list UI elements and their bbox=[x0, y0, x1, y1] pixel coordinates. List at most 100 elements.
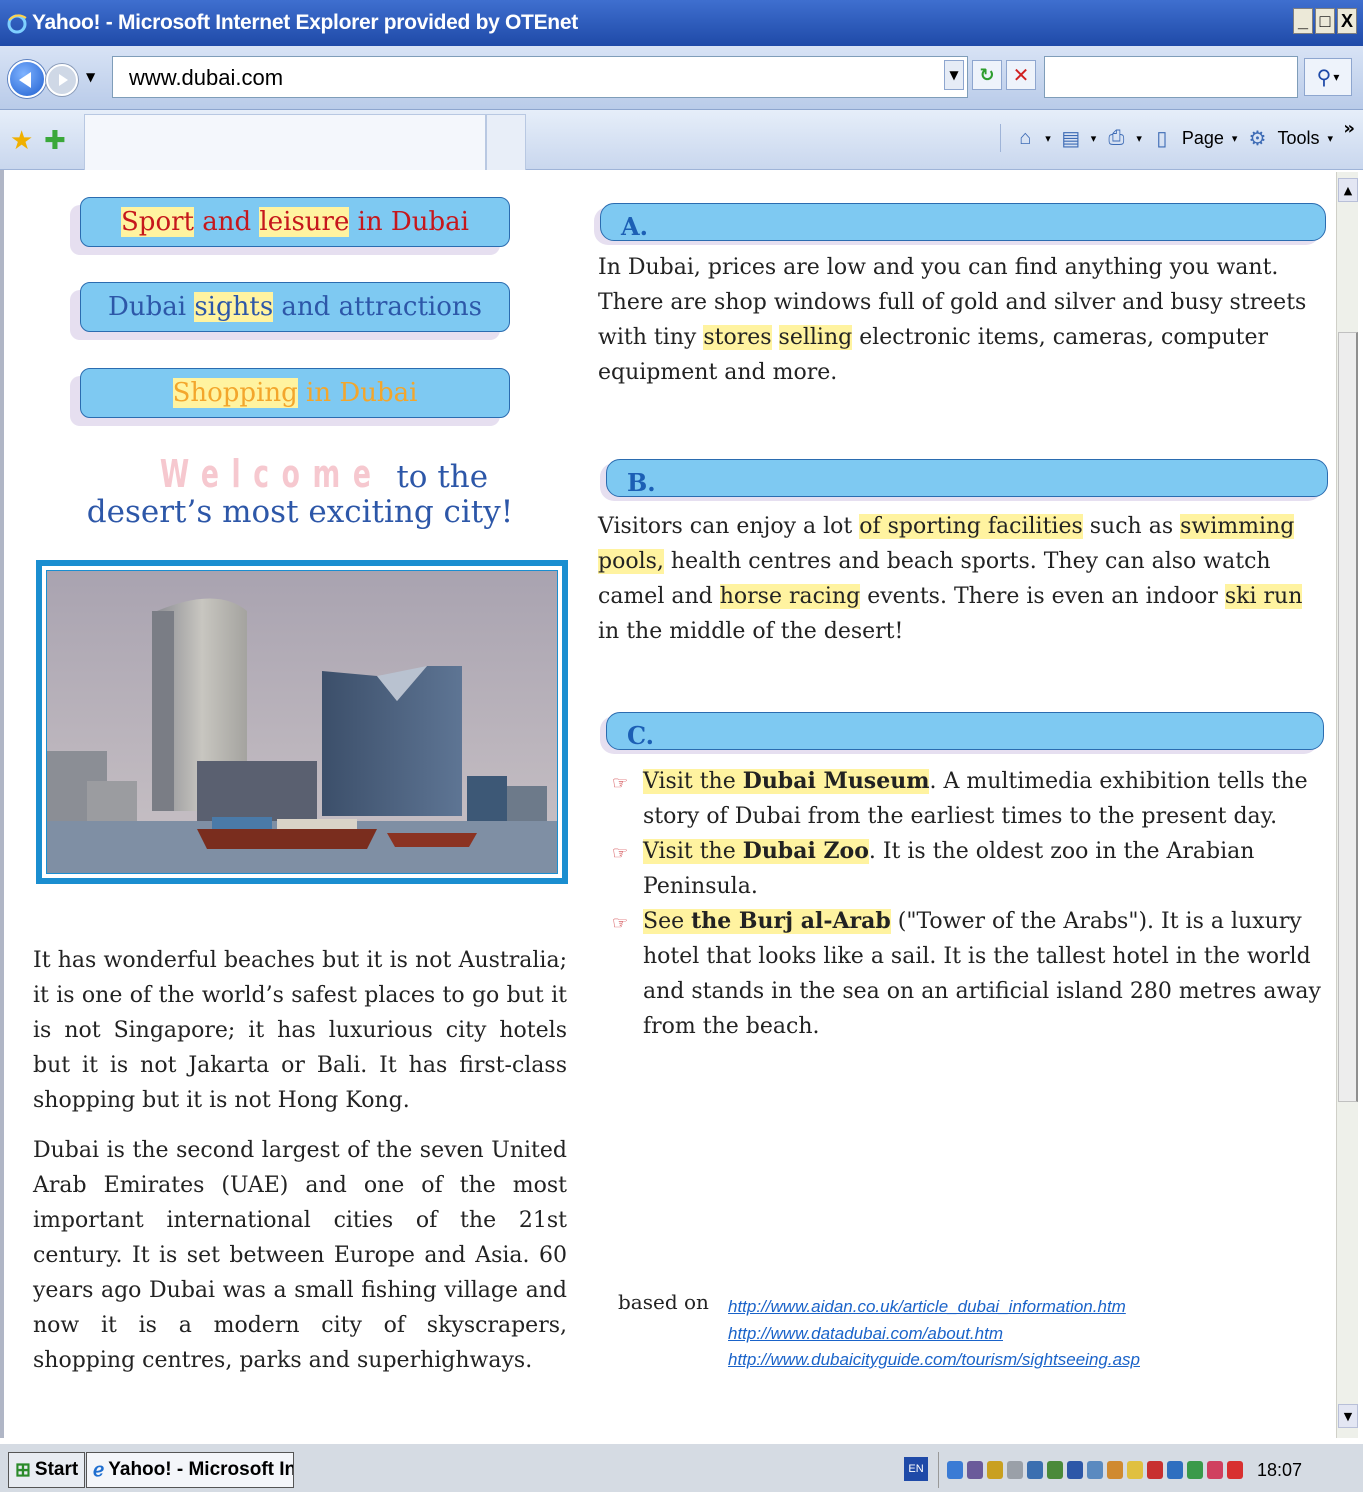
highlighted-text: ski run bbox=[1224, 584, 1303, 609]
item-lead: See bbox=[643, 909, 692, 934]
address-field[interactable]: www.dubai.com bbox=[112, 56, 968, 98]
text-run: Visitors can enjoy a lot bbox=[598, 514, 860, 539]
tray-icon[interactable] bbox=[1107, 1461, 1123, 1479]
language-indicator[interactable]: EN bbox=[904, 1457, 928, 1481]
nav-pill-shopping[interactable]: Shopping in Dubai bbox=[80, 368, 510, 418]
vertical-scrollbar[interactable]: ▲ ▼ bbox=[1336, 172, 1358, 1438]
tray-icon[interactable] bbox=[1187, 1461, 1203, 1479]
page-dropdown-icon[interactable]: ▾ bbox=[1232, 132, 1238, 145]
more-commands-button[interactable]: » bbox=[1343, 118, 1355, 139]
highlighted-text: Shopping bbox=[172, 378, 298, 408]
section-b-heading: B. bbox=[606, 459, 1328, 497]
dubai-photo-frame bbox=[36, 560, 568, 884]
divider bbox=[1000, 124, 1002, 152]
nav-pill-sights[interactable]: Dubai sights and attractions bbox=[80, 282, 510, 332]
add-favorites-icon[interactable]: ✚ bbox=[44, 126, 66, 156]
item-bold: the Burj al-Arab bbox=[691, 908, 891, 934]
highlighted-text: sights bbox=[194, 292, 274, 322]
section-c-heading: C. bbox=[606, 712, 1324, 750]
nav-pill-sport[interactable]: Sport and leisure in Dubai bbox=[80, 197, 510, 247]
highlighted-text: selling bbox=[778, 325, 853, 350]
command-bar: ⌂ ▾ ▤ ▾ ⎙ ▾ ▯ Page ▾ ⚙ Tools ▾ bbox=[1000, 124, 1333, 152]
feeds-dropdown-icon[interactable]: ▾ bbox=[1091, 132, 1097, 145]
maximize-button[interactable]: □ bbox=[1315, 8, 1335, 34]
stop-button[interactable]: ✕ bbox=[1006, 60, 1036, 90]
tray-icon[interactable] bbox=[1027, 1461, 1043, 1479]
tray-icon[interactable] bbox=[1047, 1461, 1063, 1479]
favorites-star-icon[interactable]: ★ bbox=[10, 126, 33, 156]
tools-menu[interactable]: Tools bbox=[1277, 128, 1319, 149]
text-run: in Dubai bbox=[349, 207, 469, 237]
address-dropdown-icon[interactable]: ▼ bbox=[944, 60, 964, 90]
list-item: ☞ Visit the Dubai Museum. A multimedia e… bbox=[612, 764, 1328, 834]
print-icon[interactable]: ⎙ bbox=[1104, 126, 1128, 150]
skyline-illustration bbox=[47, 571, 557, 873]
highlighted-text: leisure bbox=[259, 207, 350, 237]
source-link[interactable]: http://www.dubaicityguide.com/tourism/si… bbox=[728, 1347, 1140, 1374]
new-tab-button[interactable] bbox=[486, 114, 526, 170]
tray-icon[interactable] bbox=[1147, 1461, 1163, 1479]
task-label: Yahoo! - Microsoft Int... bbox=[108, 1459, 293, 1480]
refresh-button[interactable]: ↻ bbox=[972, 60, 1002, 90]
tray-icon[interactable] bbox=[947, 1461, 963, 1479]
taskbar-ie-window[interactable]: ℯ Yahoo! - Microsoft Int... bbox=[86, 1452, 294, 1488]
page-menu[interactable]: Page bbox=[1182, 128, 1224, 149]
section-a-heading: A. bbox=[600, 203, 1326, 241]
tools-dropdown-icon[interactable]: ▾ bbox=[1327, 132, 1333, 145]
tray-icon[interactable] bbox=[1127, 1461, 1143, 1479]
tray-icon[interactable] bbox=[987, 1461, 1003, 1479]
sources-links: http://www.aidan.co.uk/article_dubai_inf… bbox=[728, 1294, 1140, 1374]
source-link[interactable]: http://www.datadubai.com/about.htm bbox=[728, 1321, 1140, 1348]
text-run bbox=[772, 325, 779, 350]
taskbar: ⊞ Start ℯ Yahoo! - Microsoft Int... EN 1… bbox=[0, 1442, 1363, 1492]
tray-icon[interactable] bbox=[1227, 1461, 1243, 1479]
welcome-word: Welcome bbox=[159, 452, 384, 496]
pointing-hand-icon: ☞ bbox=[612, 843, 629, 864]
highlighted-text: Sport bbox=[121, 207, 194, 237]
text-run: in Dubai bbox=[297, 378, 418, 408]
text-run: in the middle of the desert! bbox=[598, 619, 904, 644]
search-input[interactable] bbox=[1044, 56, 1298, 98]
forward-button[interactable] bbox=[46, 64, 78, 96]
dubai-skyline-photo bbox=[46, 570, 558, 874]
back-button[interactable] bbox=[8, 60, 46, 98]
section-c-list: ☞ Visit the Dubai Museum. A multimedia e… bbox=[612, 764, 1328, 1044]
list-item: ☞ Visit the Dubai Zoo. It is the oldest … bbox=[612, 834, 1328, 904]
text-run: events. There is even an indoor bbox=[860, 584, 1225, 609]
close-button[interactable]: X bbox=[1337, 8, 1357, 34]
start-button[interactable]: ⊞ Start bbox=[8, 1452, 86, 1488]
pointing-hand-icon: ☞ bbox=[612, 773, 629, 794]
source-link[interactable]: http://www.aidan.co.uk/article_dubai_inf… bbox=[728, 1294, 1140, 1321]
tray-icon[interactable] bbox=[967, 1461, 983, 1479]
search-button[interactable]: ⚲ ▾ bbox=[1304, 58, 1352, 96]
feeds-icon[interactable]: ▤ bbox=[1059, 126, 1083, 150]
tray-icon[interactable] bbox=[1167, 1461, 1183, 1479]
item-lead: Visit the bbox=[643, 769, 743, 794]
tray-icon[interactable] bbox=[1087, 1461, 1103, 1479]
welcome-to-the: to the bbox=[396, 459, 489, 495]
chevron-down-icon: ▾ bbox=[1333, 70, 1340, 84]
title-bar: Yahoo! - Microsoft Internet Explorer pro… bbox=[0, 0, 1363, 46]
scroll-up-button[interactable]: ▲ bbox=[1338, 178, 1358, 202]
window-controls: _ □ X bbox=[1293, 8, 1357, 34]
scroll-down-button[interactable]: ▼ bbox=[1338, 1404, 1358, 1428]
page-icon: ▯ bbox=[1156, 127, 1168, 150]
history-dropdown-icon[interactable]: ▼ bbox=[86, 70, 95, 84]
uae-paragraph: Dubai is the second largest of the seven… bbox=[33, 1138, 567, 1373]
print-dropdown-icon[interactable]: ▾ bbox=[1136, 132, 1142, 145]
intro-paragraph: It has wonderful beaches but it is not A… bbox=[33, 948, 567, 1113]
tray-icon[interactable] bbox=[1007, 1461, 1023, 1479]
scroll-thumb[interactable] bbox=[1338, 332, 1358, 1102]
windows-logo-icon: ⊞ bbox=[15, 1459, 31, 1481]
search-icon: ⚲ bbox=[1316, 65, 1332, 89]
home-icon[interactable]: ⌂ bbox=[1013, 126, 1037, 150]
favorites-bar: ★ ✚ ⌂ ▾ ▤ ▾ ⎙ ▾ ▯ Page ▾ ⚙ Tools ▾ » bbox=[0, 110, 1363, 170]
tray-icon[interactable] bbox=[1067, 1461, 1083, 1479]
minimize-button[interactable]: _ bbox=[1293, 8, 1313, 34]
browser-tab[interactable] bbox=[84, 114, 486, 170]
stop-icon: ✕ bbox=[1012, 63, 1030, 87]
highlighted-text: horse racing bbox=[719, 584, 861, 609]
text-run: such as bbox=[1082, 514, 1181, 539]
tray-icon[interactable] bbox=[1207, 1461, 1223, 1479]
home-dropdown-icon[interactable]: ▾ bbox=[1045, 132, 1051, 145]
